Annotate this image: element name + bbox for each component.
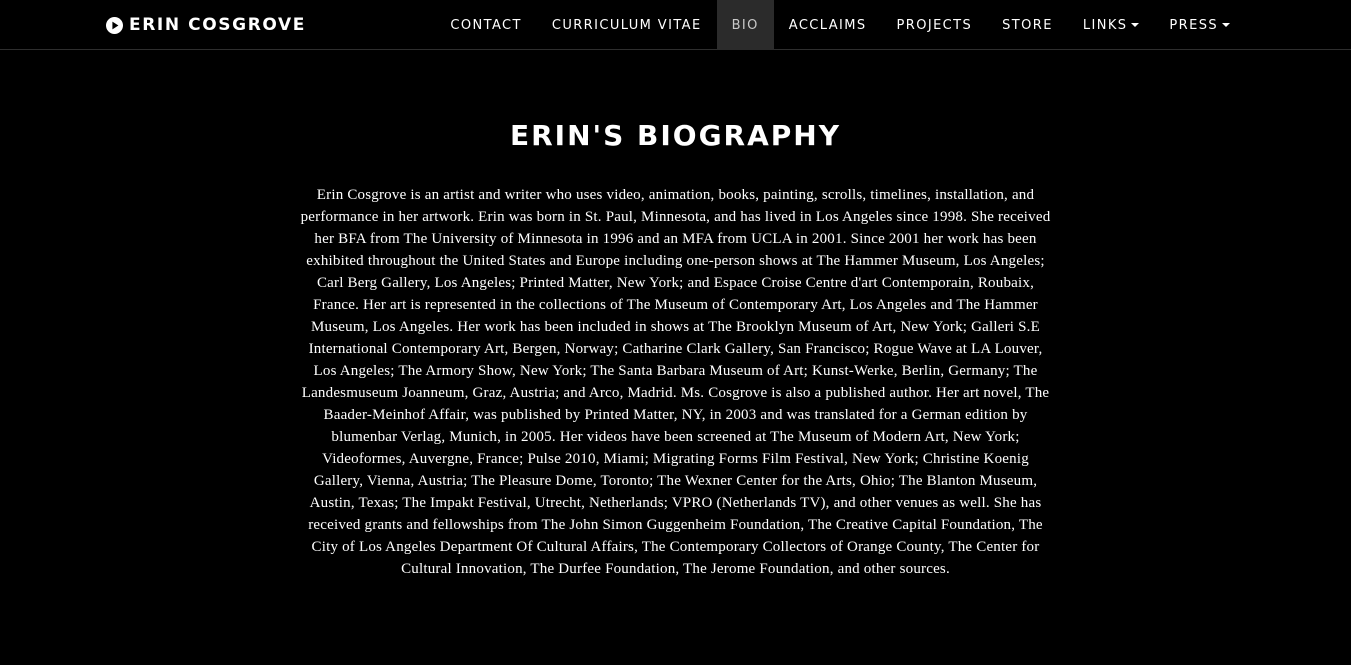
nav-item-label: CONTACT: [450, 17, 522, 33]
nav-item-links-dropdown[interactable]: LINKS: [1068, 0, 1155, 50]
nav-item-label: PROJECTS: [896, 17, 973, 33]
nav-item-bio[interactable]: BIO: [716, 0, 774, 50]
nav-item-store[interactable]: STORE: [987, 0, 1068, 50]
nav-item-curriculum-vitae[interactable]: CURRICULUM VITAE: [537, 0, 717, 50]
page-title: ERIN'S BIOGRAPHY: [509, 119, 842, 152]
nav-item-contact[interactable]: CONTACT: [435, 0, 536, 50]
nav-item-label: ACCLAIMS: [788, 17, 867, 33]
play-circle-icon: [106, 16, 123, 34]
main-nav: CONTACT CURRICULUM VITAE BIO ACCLAIMS PR…: [435, 0, 1245, 50]
caret-down-icon: [1131, 23, 1140, 27]
nav-item-label: PRESS: [1169, 17, 1218, 33]
main-content: ERIN'S BIOGRAPHY Erin Cosgrove is an art…: [296, 50, 1056, 580]
nav-item-acclaims[interactable]: ACCLAIMS: [774, 0, 882, 50]
nav-item-label: BIO: [731, 17, 759, 33]
nav-item-projects[interactable]: PROJECTS: [882, 0, 988, 50]
brand-link[interactable]: ERIN COSGROVE: [106, 0, 306, 50]
caret-down-icon: [1222, 23, 1230, 27]
nav-item-label: STORE: [1002, 17, 1053, 33]
biography-text: Erin Cosgrove is an artist and writer wh…: [300, 187, 1051, 577]
nav-item-label: CURRICULUM VITAE: [551, 17, 702, 33]
top-navbar: ERIN COSGROVE CONTACT CURRICULUM VITAE B…: [0, 0, 1351, 50]
nav-item-label: LINKS: [1082, 17, 1128, 33]
nav-item-press-dropdown[interactable]: PRESS: [1154, 0, 1245, 50]
brand-name: ERIN COSGROVE: [129, 15, 306, 35]
